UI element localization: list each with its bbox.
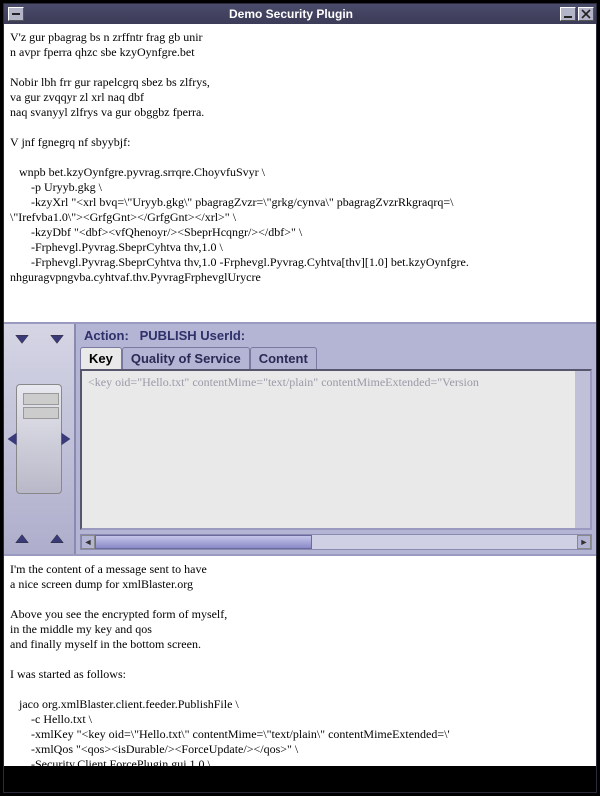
title-bar[interactable]: Demo Security Plugin [4,4,596,24]
scroll-left-button[interactable]: ◄ [81,535,95,549]
action-value: PUBLISH UserId: [140,328,245,343]
plain-text-pane[interactable]: I'm the content of a message sent to hav… [4,556,596,766]
key-content-box: <key oid="Hello.txt" contentMime="text/p… [80,369,592,530]
minimize-button[interactable] [560,7,576,21]
close-icon [581,9,591,19]
window-menu-button[interactable] [8,7,24,21]
arrow-right-icon [56,430,74,448]
arrow-up-icon [48,531,66,549]
tab-row: Key Quality of Service Content [76,347,596,369]
scrollbar-thumb[interactable] [95,535,312,549]
message-panel: Action: PUBLISH UserId: Key Quality of S… [74,324,596,554]
middle-pane: Action: PUBLISH UserId: Key Quality of S… [4,324,596,556]
scroll-right-button[interactable]: ► [577,535,591,549]
tab-content[interactable]: Content [250,347,317,369]
nav-down-right-button[interactable] [46,327,68,349]
key-text-field[interactable]: <key oid="Hello.txt" contentMime="text/p… [82,371,590,394]
bottom-strip [4,766,596,792]
nav-column [4,324,74,554]
vertical-scrollbar[interactable] [575,371,590,528]
nav-down-left-button[interactable] [11,327,33,349]
nav-right-button[interactable] [54,428,76,450]
tab-qos[interactable]: Quality of Service [122,347,250,369]
action-label: Action: [84,328,129,343]
arrow-down-icon [48,329,66,347]
window-title: Demo Security Plugin [24,7,558,21]
nav-left-button[interactable] [2,428,24,450]
close-button[interactable] [578,7,594,21]
arrow-left-icon [4,430,22,448]
nav-up-left-button[interactable] [11,529,33,551]
nav-up-right-button[interactable] [46,529,68,551]
tab-key[interactable]: Key [80,347,122,369]
arrow-up-icon [13,531,31,549]
scrollbar-track[interactable] [95,535,577,549]
encrypted-text-pane[interactable]: V'z gur pbagrag bs n zrffntr frag gb uni… [4,24,596,324]
action-bar: Action: PUBLISH UserId: [76,324,596,347]
horizontal-scrollbar[interactable]: ◄ ► [80,534,592,550]
arrow-down-icon [13,329,31,347]
app-window: Demo Security Plugin V'z gur pbagrag bs … [3,3,597,793]
minimize-icon [563,9,573,19]
dash-icon [11,9,21,19]
